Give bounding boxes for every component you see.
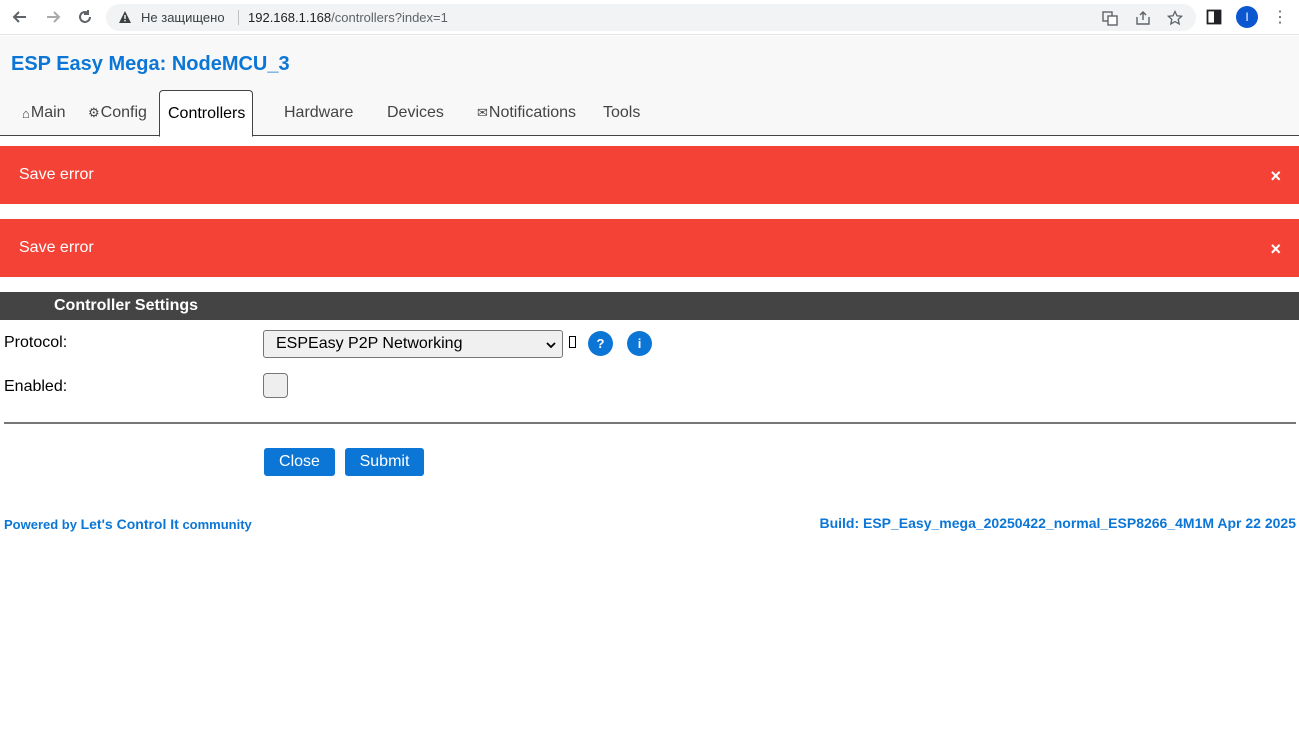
- forward-icon[interactable]: [42, 6, 64, 28]
- powered-by-text: Powered by: [4, 517, 77, 532]
- tab-label: Notifications: [488, 104, 577, 121]
- protocol-select[interactable]: ESPEasy P2P Networking: [263, 330, 563, 358]
- section-header: Controller Settings: [0, 292, 1299, 320]
- info-button[interactable]: i: [627, 331, 652, 356]
- tab-hardware[interactable]: Hardware: [276, 90, 360, 136]
- divider: [4, 422, 1296, 424]
- star-icon[interactable]: [1166, 9, 1184, 27]
- translate-icon[interactable]: [1101, 9, 1119, 27]
- tab-label: Hardware: [284, 104, 354, 121]
- community-link[interactable]: community: [182, 517, 251, 532]
- close-icon[interactable]: ×: [1270, 239, 1281, 260]
- tab-config[interactable]: ⚙ Config: [81, 90, 154, 136]
- tab-tools[interactable]: Tools: [595, 90, 647, 136]
- protocol-selected-value: ESPEasy P2P Networking: [276, 335, 463, 352]
- side-panel-icon[interactable]: [1206, 9, 1222, 30]
- tab-devices[interactable]: Devices: [379, 90, 451, 136]
- alert-text: Save error: [19, 166, 94, 183]
- tab-label: Devices: [387, 104, 444, 121]
- envelope-icon: ✉: [477, 105, 488, 120]
- error-alert: Save error ×: [0, 219, 1299, 277]
- enabled-checkbox[interactable]: [263, 373, 288, 398]
- omnibox-divider: [238, 10, 239, 25]
- protocol-label: Protocol:: [4, 334, 68, 351]
- close-icon[interactable]: ×: [1270, 166, 1281, 187]
- missing-glyph-icon: [569, 336, 576, 348]
- submit-button[interactable]: Submit: [345, 448, 424, 476]
- tab-label: Tools: [603, 104, 641, 121]
- enabled-label: Enabled:: [4, 378, 68, 395]
- footer-powered-by: Powered by Let's Control It community: [4, 516, 252, 532]
- tab-controllers[interactable]: Controllers: [159, 90, 254, 137]
- error-alert: Save error ×: [0, 146, 1299, 204]
- tab-label: Config: [100, 104, 147, 121]
- brand-link[interactable]: Let's Control It: [81, 516, 179, 532]
- build-info: Build: ESP_Easy_mega_20250422_normal_ESP…: [819, 515, 1296, 531]
- main-nav-tabs: ⌂ Main ⚙ Config Controllers Hardware Dev…: [0, 90, 1299, 137]
- page-header: ESP Easy Mega: NodeMCU_3 ⌂ Main ⚙ Config…: [0, 36, 1299, 137]
- browser-toolbar: Не защищено 192.168.1.168/controllers?in…: [0, 0, 1299, 35]
- back-icon[interactable]: [9, 6, 31, 28]
- tab-label: Main: [30, 104, 66, 121]
- insecure-label[interactable]: Не защищено: [141, 10, 225, 25]
- tab-main[interactable]: ⌂ Main: [15, 90, 73, 136]
- tab-notifications[interactable]: ✉ Notifications: [470, 90, 583, 136]
- share-icon[interactable]: [1134, 9, 1152, 27]
- close-button[interactable]: Close: [264, 448, 335, 476]
- alert-text: Save error: [19, 239, 94, 256]
- home-icon: ⌂: [22, 105, 30, 121]
- chevron-down-icon: [545, 338, 557, 356]
- reload-icon[interactable]: [74, 6, 96, 28]
- page-title: ESP Easy Mega: NodeMCU_3: [11, 53, 290, 75]
- url-text[interactable]: 192.168.1.168/controllers?index=1: [248, 10, 448, 25]
- profile-avatar[interactable]: I: [1236, 6, 1258, 28]
- warning-icon[interactable]: [118, 10, 132, 29]
- address-bar[interactable]: Не защищено 192.168.1.168/controllers?in…: [106, 4, 1196, 31]
- help-button[interactable]: ?: [588, 331, 613, 356]
- tab-label: Controllers: [168, 104, 246, 122]
- menu-kebab-icon[interactable]: ⋮: [1272, 7, 1288, 27]
- gear-icon: ⚙: [88, 105, 100, 120]
